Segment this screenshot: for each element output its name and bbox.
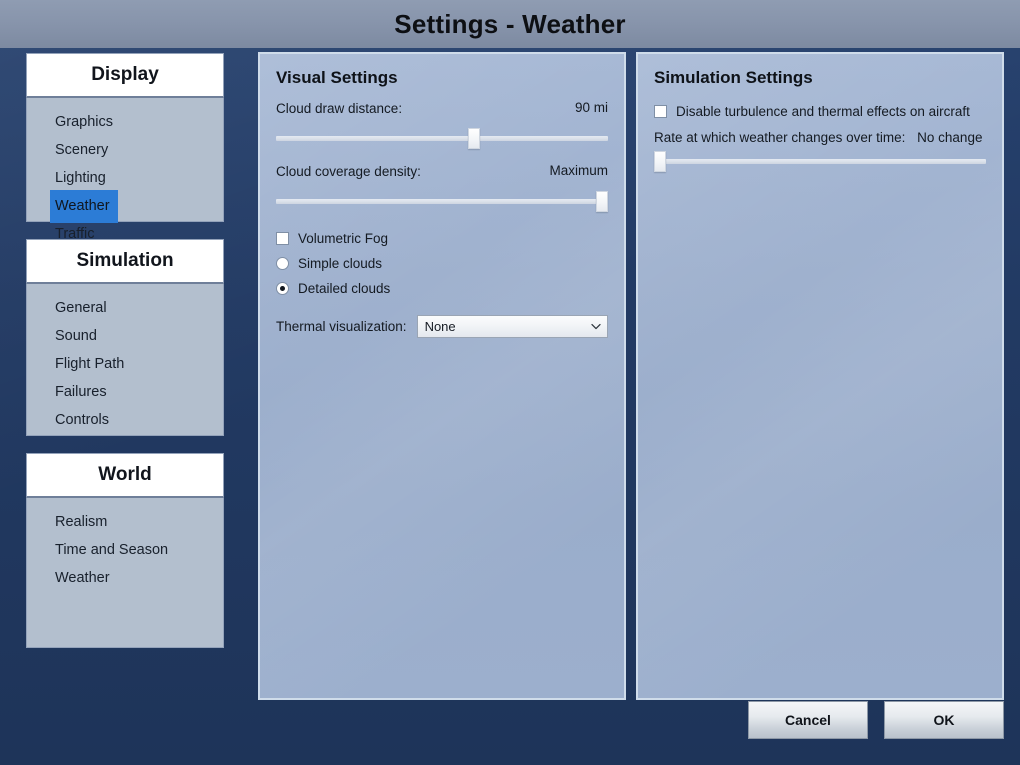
sidebar-item-label: Traffic [55,226,95,242]
weather-change-rate-row: Rate at which weather changes over time:… [654,130,986,145]
visual-settings-panel: Visual Settings Cloud draw distance: 90 … [258,52,626,700]
sidebar-heading-label: Simulation [76,250,174,271]
sidebar-group-world: World Realism Time and Season Weather [26,453,224,648]
sidebar-group-display: Display Graphics Scenery Lighting Weathe… [26,53,224,242]
detailed-clouds-row[interactable]: Detailed clouds [276,276,608,301]
cloud-coverage-density-label: Cloud coverage density: [276,164,421,179]
sidebar-item-weather[interactable]: Weather [27,190,223,223]
detailed-clouds-label: Detailed clouds [298,281,391,296]
detailed-clouds-radio[interactable] [276,282,289,295]
cancel-button[interactable]: Cancel [748,701,868,739]
simple-clouds-radio[interactable] [276,257,289,270]
sidebar-item-sound[interactable]: Sound [27,320,223,348]
cloud-coverage-density-row: Cloud coverage density: Maximum [276,163,608,184]
sidebar-item-controls[interactable]: Controls [27,404,223,432]
dialog-footer: Cancel OK [748,701,1004,739]
sidebar: Display Graphics Scenery Lighting Weathe… [26,53,224,665]
sidebar-item-time-and-season[interactable]: Time and Season [27,534,223,562]
chevron-down-icon [591,321,601,330]
cloud-draw-distance-value: 90 mi [574,100,608,115]
ok-button[interactable]: OK [884,701,1004,739]
sidebar-heading-label: Display [91,64,159,85]
simple-clouds-label: Simple clouds [298,256,383,271]
sidebar-item-general[interactable]: General [27,292,223,320]
slider-thumb[interactable] [654,151,666,172]
sidebar-heading-display: Display [26,53,224,98]
disable-turbulence-label: Disable turbulence and thermal effects o… [676,103,970,119]
thermal-visualization-select[interactable]: None [416,315,608,338]
slider-thumb[interactable] [596,191,608,212]
sidebar-item-realism[interactable]: Realism [27,506,223,534]
weather-change-rate-label: Rate at which weather changes over time: [654,130,906,145]
cloud-draw-distance-slider[interactable] [276,125,608,151]
thermal-visualization-row: Thermal visualization: None [276,315,608,338]
simulation-settings-panel: Simulation Settings Disable turbulence a… [636,52,1004,700]
sidebar-list-simulation: General Sound Flight Path Failures Contr… [26,284,224,436]
cloud-draw-distance-row: Cloud draw distance: 90 mi [276,100,608,121]
sidebar-heading-world: World [26,453,224,498]
weather-change-rate-value: No change [917,130,983,145]
disable-turbulence-row[interactable]: Disable turbulence and thermal effects o… [654,100,986,122]
slider-track[interactable] [276,136,608,141]
simulation-settings-title: Simulation Settings [654,68,813,87]
slider-track[interactable] [654,159,986,164]
sidebar-item-label: Weather [55,570,110,586]
sidebar-list-world: Realism Time and Season Weather [26,498,224,648]
sidebar-group-simulation: Simulation General Sound Flight Path Fai… [26,239,224,436]
weather-change-rate-slider[interactable] [654,148,986,174]
cloud-draw-distance-label: Cloud draw distance: [276,101,403,116]
settings-window: Settings - Weather Display Graphics Scen… [0,0,1020,765]
sidebar-item-graphics[interactable]: Graphics [27,106,223,134]
cloud-coverage-density-value: Maximum [549,163,608,178]
visual-settings-content: Cloud draw distance: 90 mi Cloud coverag… [276,100,608,338]
cloud-coverage-density-slider[interactable] [276,188,608,214]
disable-turbulence-checkbox[interactable] [654,104,667,118]
sidebar-heading-label: World [98,464,152,485]
visual-settings-title: Visual Settings [276,68,398,87]
page-title: Settings - Weather [394,8,626,39]
volumetric-fog-label: Volumetric Fog [298,231,389,246]
simple-clouds-row[interactable]: Simple clouds [276,251,608,276]
slider-thumb[interactable] [468,128,480,149]
sidebar-item-lighting[interactable]: Lighting [27,162,223,190]
sidebar-list-display: Graphics Scenery Lighting Weather Traffi… [26,98,224,242]
sidebar-item-label: Controls [55,412,109,428]
thermal-visualization-label: Thermal visualization: [276,319,407,334]
simulation-settings-content: Disable turbulence and thermal effects o… [654,100,986,174]
sidebar-item-flight-path[interactable]: Flight Path [27,348,223,376]
slider-track[interactable] [276,199,608,204]
window-titlebar: Settings - Weather [0,0,1020,48]
thermal-visualization-value: None [424,319,456,334]
volumetric-fog-checkbox[interactable] [276,232,289,245]
sidebar-item-scenery[interactable]: Scenery [27,134,223,162]
volumetric-fog-row[interactable]: Volumetric Fog [276,226,608,251]
